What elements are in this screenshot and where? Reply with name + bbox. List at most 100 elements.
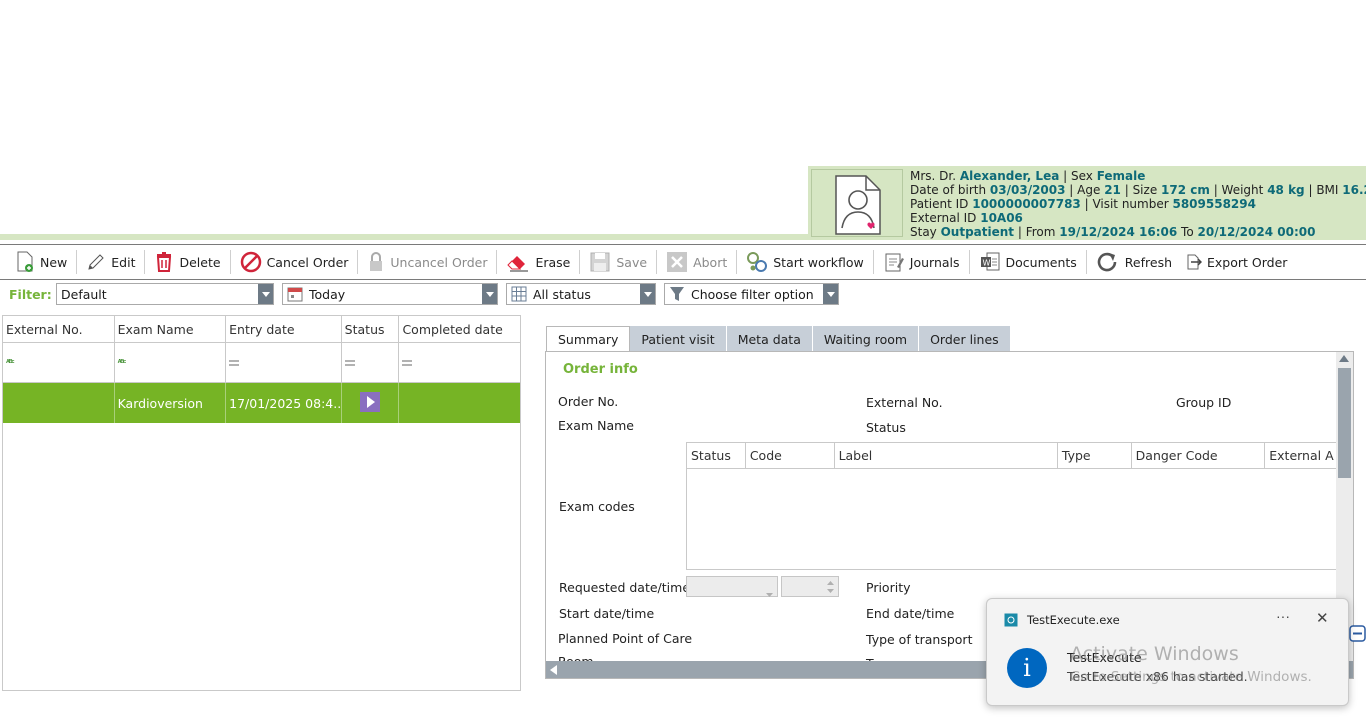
export-order-button[interactable]: Export Order (1179, 247, 1294, 277)
dob-label: Date of birth (910, 183, 987, 197)
edit-button[interactable]: Edit (79, 247, 142, 277)
toolbar-separator (357, 250, 359, 274)
more-options-icon[interactable]: ··· (1276, 608, 1290, 624)
app-icon (1004, 613, 1018, 630)
patient-dob: 03/03/2003 (989, 183, 1066, 197)
patient-avatar (811, 169, 903, 237)
chevron-down-icon (766, 585, 773, 600)
table-row[interactable]: Kardioversion 17/01/2025 08:4... (3, 383, 520, 423)
journal-icon (885, 253, 904, 272)
document-icon: W (980, 252, 1000, 271)
column-header-completed-date[interactable]: Completed date (399, 316, 520, 342)
end-date-label: End date/time (866, 606, 955, 621)
tab-order-lines[interactable]: Order lines (919, 326, 1011, 352)
equals-filter-icon[interactable] (399, 343, 520, 382)
visit-label: Visit number (1092, 197, 1169, 211)
point-of-care-label: Planned Point of Care (558, 631, 693, 646)
filter-preset-dropdown[interactable]: Default (56, 283, 274, 305)
new-button[interactable]: New (8, 247, 74, 277)
side-handle-icon[interactable] (1349, 625, 1366, 642)
patient-line-3: Patient ID 1000000007783 | Visit number … (910, 197, 1256, 211)
toolbar: New Edit Delete Cancel Order Uncancel Or… (0, 244, 1366, 280)
requested-time-stepper[interactable] (781, 576, 839, 597)
funnel-icon (669, 286, 685, 302)
codes-col-status[interactable]: Status (687, 443, 746, 468)
equals-filter-icon[interactable] (342, 343, 400, 382)
refresh-button[interactable]: Refresh (1089, 247, 1179, 277)
documents-button[interactable]: W Documents (972, 247, 1084, 277)
from-label: From (1025, 225, 1056, 239)
toolbar-separator (968, 250, 970, 274)
order-no-label: Order No. (558, 394, 619, 409)
date-filter-value: Today (309, 286, 346, 302)
exam-codes-label: Exam codes (559, 499, 635, 514)
toolbar-separator (872, 250, 874, 274)
text-filter-icon[interactable]: ᴬᴮᶜ (115, 343, 227, 382)
patient-name: Alexander, Lea (959, 169, 1060, 183)
delete-button[interactable]: Delete (147, 247, 227, 277)
workflow-icon (747, 252, 768, 272)
codes-col-type[interactable]: Type (1058, 443, 1132, 468)
patient-size: 172 cm (1161, 183, 1210, 197)
toolbar-separator (579, 250, 581, 274)
codes-col-danger-code[interactable]: Danger Code (1132, 443, 1266, 468)
requested-date-input[interactable] (686, 576, 778, 597)
scroll-up-icon[interactable] (1339, 355, 1349, 362)
bmi-label: BMI (1316, 183, 1339, 197)
tab-waiting-room[interactable]: Waiting room (812, 326, 920, 352)
grid-header: External No. Exam Name Entry date Status… (3, 316, 520, 343)
order-info-heading: Order info (563, 362, 638, 377)
cell-status (342, 383, 400, 423)
scroll-left-icon[interactable] (550, 665, 557, 675)
ext-label: External ID (910, 211, 977, 225)
filter-label: Filter: (9, 287, 52, 302)
column-header-external-no[interactable]: External No. (3, 316, 115, 342)
status-filter-dropdown[interactable]: All status (506, 283, 656, 305)
toolbar-separator (229, 250, 231, 274)
column-header-status[interactable]: Status (342, 316, 400, 342)
play-status-icon (360, 391, 381, 415)
chevron-down-icon (482, 284, 497, 304)
exam-codes-header: Status Code Label Type Danger Code Exter… (687, 443, 1345, 469)
cancel-order-label: Cancel Order (266, 254, 349, 270)
equals-filter-icon[interactable] (226, 343, 342, 382)
save-button[interactable]: Save (582, 247, 654, 277)
patient-bmi: 16.2 (1342, 183, 1366, 197)
uncancel-order-button[interactable]: Uncancel Order (360, 247, 494, 277)
tab-patient-visit[interactable]: Patient visit (630, 326, 727, 352)
stay-type: Outpatient (940, 225, 1015, 239)
abort-icon (667, 252, 688, 272)
date-filter-dropdown[interactable]: Today (282, 283, 498, 305)
tab-meta-data[interactable]: Meta data (726, 326, 813, 352)
codes-col-external[interactable]: External A (1265, 443, 1345, 468)
journals-button[interactable]: Journals (876, 247, 967, 277)
codes-col-code[interactable]: Code (746, 443, 835, 468)
text-filter-icon[interactable]: ᴬᴮᶜ (3, 343, 115, 382)
cell-exam-name: Kardioversion (115, 383, 227, 423)
filter-option-dropdown[interactable]: Choose filter option (664, 283, 839, 305)
erase-label: Erase (535, 254, 571, 270)
codes-col-label[interactable]: Label (835, 443, 1058, 468)
visit-number: 5809558294 (1172, 197, 1256, 211)
toolbar-separator (496, 250, 498, 274)
group-id-label: Group ID (1176, 395, 1232, 410)
transport-label: Type of transport (866, 632, 973, 647)
patient-info: Mrs. Dr. Alexander, Lea | Sex Female Dat… (910, 169, 1366, 239)
calendar-icon (287, 286, 303, 302)
column-header-exam-name[interactable]: Exam Name (115, 316, 227, 342)
scroll-thumb[interactable] (1338, 368, 1351, 478)
start-workflow-button[interactable]: Start workflow (739, 247, 871, 277)
abort-label: Abort (693, 254, 728, 270)
erase-button[interactable]: Erase (499, 247, 577, 277)
tab-summary[interactable]: Summary (546, 326, 631, 352)
stay-from: 19/12/2024 16:06 (1059, 225, 1178, 239)
column-header-entry-date[interactable]: Entry date (226, 316, 342, 342)
refresh-icon (1097, 252, 1117, 272)
trash-icon (157, 252, 172, 272)
activation-watermark-title: Activate Windows (1070, 643, 1239, 665)
abort-button[interactable]: Abort (659, 247, 734, 277)
close-icon[interactable]: ✕ (1316, 609, 1329, 627)
cancel-order-button[interactable]: Cancel Order (233, 247, 356, 277)
priority-label: Priority (866, 580, 911, 595)
prohibited-icon (240, 251, 261, 273)
